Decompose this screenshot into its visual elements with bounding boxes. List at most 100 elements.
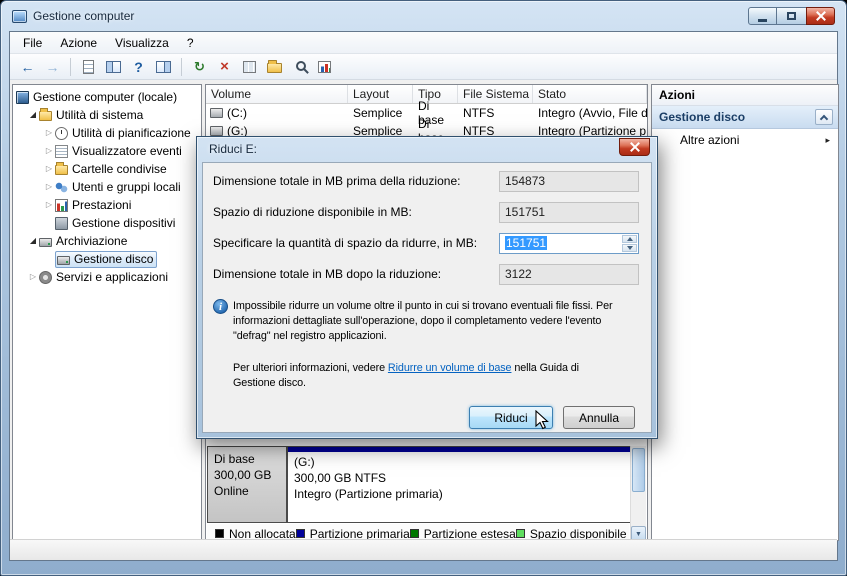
collapse-section-button[interactable]	[815, 109, 833, 125]
volume-icon	[210, 108, 223, 118]
show-console-tree-icon	[106, 60, 121, 73]
tree-item-gestione-disco[interactable]: Gestione disco	[13, 250, 201, 268]
tree-item-label: Gestione computer (locale)	[33, 90, 178, 104]
toolbar-separator	[181, 57, 182, 76]
back-button[interactable]: ←	[16, 56, 39, 78]
twisty-expanded-icon[interactable]: ◢	[27, 106, 39, 124]
toolbar-separator	[70, 57, 71, 76]
tree-item-cartelle-condivise[interactable]: ▷ Cartelle condivise	[13, 160, 201, 178]
menu-help[interactable]: ?	[178, 33, 203, 53]
twisty-collapsed-icon[interactable]: ▷	[43, 142, 55, 160]
spinner-up-icon	[626, 237, 633, 241]
tree-item-servizi-e-applicazioni[interactable]: ▷ Servizi e applicazioni	[13, 268, 201, 286]
spinner-down-icon	[626, 246, 633, 250]
shrink-info-text: Impossibile ridurre un volume oltre il p…	[233, 300, 613, 342]
twisty-collapsed-icon[interactable]: ▷	[43, 196, 55, 214]
menu-visualizza[interactable]: Visualizza	[106, 33, 178, 53]
twisty-collapsed-icon[interactable]: ▷	[43, 178, 55, 196]
menu-azione[interactable]: Azione	[51, 33, 106, 53]
tree-item-label: Utilità di sistema	[56, 108, 144, 122]
tree-item-label: Servizi e applicazioni	[56, 270, 169, 284]
help-icon: ?	[134, 58, 143, 75]
show-action-pane-button[interactable]	[152, 56, 175, 78]
column-header-stato[interactable]: Stato	[533, 85, 647, 103]
show-console-tree-button[interactable]	[102, 56, 125, 78]
minimize-button[interactable]	[748, 7, 777, 25]
twisty-collapsed-icon[interactable]: ▷	[43, 124, 55, 142]
field-label-shrink-amount: Specificare la quantità di spazio da rid…	[213, 236, 478, 250]
window-controls	[748, 7, 835, 25]
forward-button[interactable]: →	[41, 56, 64, 78]
spinner-down-button[interactable]	[622, 244, 637, 252]
event-viewer-icon	[55, 144, 68, 158]
twisty-collapsed-icon[interactable]: ▷	[43, 160, 55, 178]
paste-button[interactable]	[238, 56, 261, 78]
column-header-volume[interactable]: Volume	[206, 85, 348, 103]
performance-icon	[55, 198, 68, 212]
shrink-amount-input[interactable]: 151751	[499, 233, 639, 254]
legend-swatch	[215, 529, 224, 538]
tree-item-archiviazione[interactable]: ◢ Archiviazione	[13, 232, 201, 250]
tree-item-visualizzatore-eventi[interactable]: ▷ Visualizzatore eventi	[13, 142, 201, 160]
help-paragraph: Per ulteriori informazioni, vedere Ridur…	[233, 361, 621, 391]
vertical-scrollbar[interactable]: ▼	[630, 446, 646, 542]
tree-item-label: Cartelle condivise	[72, 162, 167, 176]
volume-box-g[interactable]: (G:) 300,00 GB NTFS Integro (Partizione …	[287, 446, 633, 523]
device-manager-icon	[55, 216, 68, 230]
computer-management-app-icon	[12, 9, 27, 23]
tree-item-gestione-dispositivi[interactable]: Gestione dispositivi	[13, 214, 201, 232]
annulla-button[interactable]: Annulla	[563, 406, 635, 429]
info-icon: i	[213, 299, 228, 314]
twisty-collapsed-icon[interactable]: ▷	[27, 268, 39, 286]
mouse-cursor	[535, 410, 549, 430]
export-list-button[interactable]	[77, 56, 100, 78]
tree-item-label: Utenti e gruppi locali	[72, 180, 181, 194]
tree-item-utenti-e-gruppi-locali[interactable]: ▷ Utenti e gruppi locali	[13, 178, 201, 196]
cell-file-sistema: NTFS	[463, 106, 495, 120]
column-header-file-sistema[interactable]: File Sistema	[458, 85, 533, 103]
tree-item-utilita-di-sistema[interactable]: ◢ Utilità di sistema	[13, 106, 201, 124]
disk-label-box[interactable]: Di base 300,00 GB Online	[207, 446, 287, 523]
spinner-up-button[interactable]	[622, 235, 637, 243]
scrollbar-thumb[interactable]	[632, 448, 645, 492]
menu-file[interactable]: File	[14, 33, 51, 53]
submenu-arrow-icon: ▸	[825, 134, 830, 145]
maximize-button[interactable]	[777, 7, 806, 25]
legend-swatch	[409, 529, 419, 538]
field-label-available-shrink: Spazio di riduzione disponibile in MB:	[213, 205, 412, 219]
close-icon	[630, 142, 640, 152]
selected-tree-item: Gestione disco	[55, 250, 158, 268]
partition-color-strip	[288, 447, 632, 452]
help-link[interactable]: Ridurre un volume di base	[388, 362, 512, 374]
twisty-expanded-icon[interactable]: ◢	[27, 232, 39, 250]
back-icon: ←	[20, 58, 35, 75]
tree-item-utilita-di-pianificazione[interactable]: ▷ Utilità di pianificazione	[13, 124, 201, 142]
tree-item-gestione-computer[interactable]: Gestione computer (locale)	[13, 88, 201, 106]
tree-item-label: Visualizzatore eventi	[72, 144, 182, 158]
total-before-field: 154873	[499, 171, 639, 192]
altre-azioni-item[interactable]: Altre azioni ▸	[652, 129, 838, 151]
cell-stato: Integro (Avvio, File d	[538, 106, 647, 120]
window-titlebar[interactable]: Gestione computer	[1, 1, 846, 31]
refresh-button[interactable]: ↻	[188, 56, 211, 78]
tree-item-prestazioni[interactable]: ▷ Prestazioni	[13, 196, 201, 214]
volume-box-status: Integro (Partizione primaria)	[294, 487, 443, 501]
spinner	[622, 235, 637, 252]
delete-button[interactable]: ×	[213, 56, 236, 78]
chart-view-button[interactable]	[313, 56, 336, 78]
help-text-before: Per ulteriori informazioni, vedere	[233, 362, 388, 374]
find-button[interactable]	[288, 56, 311, 78]
column-header-layout[interactable]: Layout	[348, 85, 413, 103]
maximize-icon	[787, 12, 796, 20]
task-scheduler-icon	[55, 126, 68, 140]
window-title: Gestione computer	[33, 9, 135, 23]
dialog-close-button[interactable]	[619, 138, 650, 156]
cell-volume: (C:)	[227, 106, 247, 120]
open-folder-button[interactable]	[263, 56, 286, 78]
close-button[interactable]	[806, 7, 835, 25]
volume-box-title: (G:)	[294, 455, 315, 469]
help-button[interactable]: ?	[127, 56, 150, 78]
storage-icon	[39, 237, 52, 247]
disk-type: Di base	[214, 452, 255, 466]
gestione-disco-section-header[interactable]: Gestione disco	[652, 106, 838, 129]
